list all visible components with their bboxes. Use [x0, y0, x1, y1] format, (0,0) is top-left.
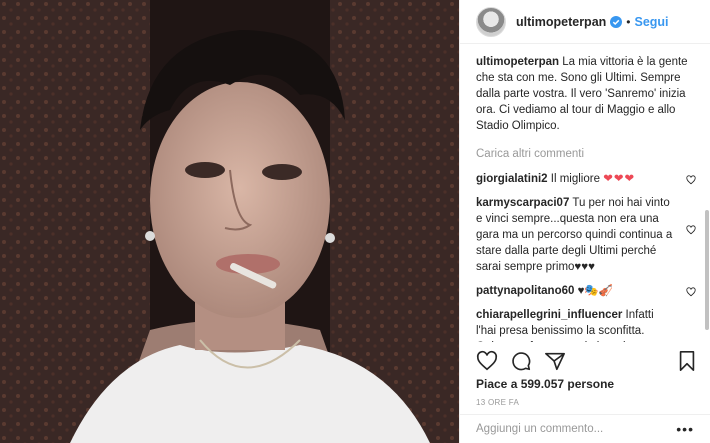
comment-text: Il migliore [547, 173, 600, 185]
comments-list: ultimopeterpan La mia vittoria è la gent… [476, 54, 698, 342]
likes-count[interactable]: Piace a 599.057 persone [476, 377, 614, 391]
comment-item: giorgialatini2 Il migliore ❤❤❤ [476, 171, 698, 187]
heart-icon[interactable] [476, 350, 498, 372]
comment-item: pattynapolitano60 ♥🎭🎻 [476, 283, 698, 299]
load-more-comments[interactable]: Carica altri commenti [476, 146, 698, 162]
share-icon[interactable] [544, 350, 566, 372]
comment-like-icon[interactable] [686, 175, 696, 185]
comment-item: karmyscarpaci07 Tu per noi hai vinto e v… [476, 195, 698, 275]
comment-input[interactable] [476, 423, 677, 435]
comment-icon[interactable] [510, 350, 532, 372]
follow-button[interactable]: Segui [635, 15, 669, 29]
post-timestamp[interactable]: 13 ORE FA [476, 398, 519, 407]
comment-like-icon[interactable] [686, 287, 696, 297]
action-bar [476, 346, 698, 376]
comment-emoji: ♥♥♥ [574, 261, 595, 273]
more-options-icon[interactable]: ••• [676, 421, 694, 437]
post-sidebar: ultimopeterpan • Segui ultimopeterpan La… [459, 0, 710, 443]
post-photo[interactable] [0, 0, 459, 443]
comment-username[interactable]: giorgialatini2 [476, 173, 548, 185]
caption-username[interactable]: ultimopeterpan [476, 56, 559, 68]
caption: ultimopeterpan La mia vittoria è la gent… [476, 54, 698, 134]
separator-dot: • [626, 14, 631, 29]
verified-badge-icon [610, 15, 623, 28]
avatar[interactable] [476, 6, 506, 37]
comment-emoji: ❤❤❤ [603, 173, 636, 185]
comment-username[interactable]: pattynapolitano60 [476, 285, 574, 297]
add-comment-bar: ••• [460, 414, 710, 443]
comments-scrollbar[interactable] [704, 210, 710, 330]
comment-username[interactable]: karmyscarpaci07 [476, 197, 569, 209]
post-header: ultimopeterpan • Segui [460, 0, 710, 44]
username-link[interactable]: ultimopeterpan [516, 15, 606, 29]
comment-item: chiarapellegrini_influencer Infatti l'ha… [476, 307, 698, 342]
comment-username[interactable]: chiarapellegrini_influencer [476, 309, 622, 321]
portrait-image [0, 0, 459, 443]
comment-text: ♥🎭🎻 [574, 285, 614, 297]
comment-like-icon[interactable] [686, 225, 696, 235]
bookmark-icon[interactable] [676, 350, 698, 372]
instagram-post: ultimopeterpan • Segui ultimopeterpan La… [0, 0, 710, 443]
